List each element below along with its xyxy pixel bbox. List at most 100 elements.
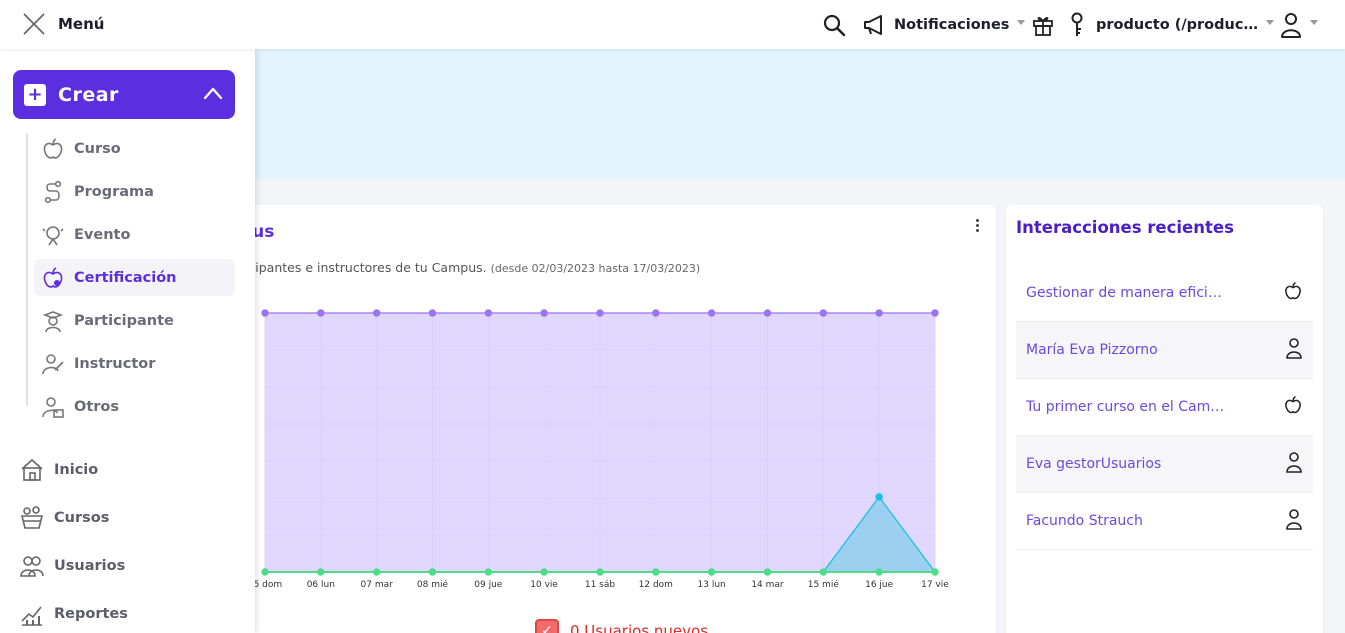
sidebar-item-inicio[interactable]: Inicio <box>18 452 238 488</box>
user-menu[interactable] <box>1280 12 1318 38</box>
data-point <box>763 309 772 317</box>
gift-icon <box>1033 17 1053 36</box>
create-item-evento[interactable]: Evento <box>34 216 235 253</box>
x-tick-label: 13 lun <box>698 580 726 590</box>
series-area-0 <box>265 313 935 572</box>
create-item-participante[interactable]: Participante <box>34 302 235 339</box>
data-point <box>317 568 325 576</box>
key-icon <box>1071 12 1083 36</box>
sidebar-item-label: Inicio <box>54 462 99 478</box>
recent-item[interactable]: Tu primer curso en el Cam… <box>1016 379 1313 436</box>
data-point <box>372 309 381 317</box>
recent-list: Gestionar de manera efici… María Eva Pizz… <box>1016 265 1313 550</box>
legend-label: 0 Usuarios nuevos <box>570 622 709 633</box>
path-icon <box>40 179 66 205</box>
card-date-range: (desde 02/03/2023 hasta 17/03/2023) <box>490 262 701 275</box>
menu-label: Menú <box>58 15 105 33</box>
create-button[interactable]: + Crear <box>13 70 235 119</box>
card-options-icon[interactable] <box>972 219 982 235</box>
sidebar: + Crear Curso Programa Evento Certificación… <box>0 49 255 633</box>
megaphone-icon <box>864 15 882 35</box>
data-point <box>540 309 548 317</box>
recent-item-label: Tu primer curso en el Cam… <box>1026 399 1225 415</box>
create-item-curso[interactable]: Curso <box>34 130 235 167</box>
recent-item-label: Gestionar de manera efici… <box>1026 285 1222 301</box>
sidebar-item-label: Cursos <box>54 510 110 526</box>
recent-item[interactable]: Facundo Strauch <box>1016 493 1313 550</box>
data-point <box>652 568 660 576</box>
data-point <box>875 309 883 317</box>
x-tick-label: 07 mar <box>361 580 394 590</box>
data-point <box>428 309 437 317</box>
create-item-label: Participante <box>74 312 174 329</box>
check-icon: ✓ <box>535 619 559 633</box>
tree-line <box>26 133 28 406</box>
sidebar-item-label: Reportes <box>54 606 128 622</box>
sidebar-item-reportes[interactable]: Reportes <box>18 596 238 632</box>
data-point <box>707 568 716 576</box>
data-point <box>428 568 437 576</box>
x-tick-label: 11 sáb <box>585 580 616 590</box>
x-tick-label: 15 mié <box>808 579 840 590</box>
data-point <box>819 309 827 317</box>
data-point <box>763 568 772 576</box>
instructor-icon <box>40 351 66 377</box>
search-button[interactable] <box>822 12 846 38</box>
chevron-down-icon <box>1310 19 1318 25</box>
chevron-down-icon <box>1265 19 1274 25</box>
recent-item[interactable]: María Eva Pizzorno <box>1016 322 1313 379</box>
create-item-programa[interactable]: Programa <box>34 173 235 210</box>
x-tick-label: 12 dom <box>639 580 673 590</box>
create-item-instructor[interactable]: Instructor <box>34 345 235 382</box>
account-label: producto (/produc… <box>1096 17 1258 33</box>
chevron-up-icon <box>203 87 223 100</box>
student-icon <box>40 308 66 334</box>
basket-icon <box>18 504 46 532</box>
x-tick-label: 16 jue <box>865 580 894 590</box>
legend-new-users[interactable]: ✓ 0 Usuarios nuevos <box>535 619 708 633</box>
create-item-certificacion[interactable]: Certificación <box>34 259 235 296</box>
data-point <box>931 568 939 576</box>
recent-title: Interacciones recientes <box>1016 218 1234 237</box>
user-icon <box>1281 13 1301 38</box>
apple-icon <box>40 136 66 162</box>
user-icon <box>1285 508 1303 534</box>
recent-item-label: María Eva Pizzorno <box>1026 342 1158 358</box>
close-icon[interactable] <box>22 12 46 36</box>
reports-icon <box>18 600 46 628</box>
recent-interactions-card: Interacciones recientes Gestionar de man… <box>1006 205 1323 633</box>
create-item-otros[interactable]: Otros <box>34 388 235 425</box>
recent-item-label: Eva gestorUsuarios <box>1026 456 1162 472</box>
data-point <box>819 568 827 576</box>
card-subtitle: ticipantes e instructores de tu Campus. … <box>240 260 700 275</box>
create-label: Crear <box>58 83 119 106</box>
user-icon <box>1285 451 1303 477</box>
data-point <box>707 309 716 317</box>
users-icon <box>18 552 46 580</box>
data-point <box>596 568 604 576</box>
data-point <box>875 493 883 501</box>
x-tick-label: 08 mié <box>417 579 449 590</box>
search-icon <box>823 14 846 37</box>
x-tick-label: 14 mar <box>751 580 784 590</box>
recent-item[interactable]: Eva gestorUsuarios <box>1016 436 1313 493</box>
data-point <box>652 309 660 317</box>
data-point <box>931 309 939 317</box>
notifications-menu[interactable]: Notificaciones <box>863 12 1026 38</box>
create-item-label: Programa <box>74 183 154 200</box>
other-user-icon <box>40 394 66 420</box>
data-point <box>875 568 883 576</box>
x-tick-label: 09 jue <box>474 580 503 590</box>
gift-button[interactable] <box>1031 12 1055 38</box>
x-tick-label: 06 lun <box>307 580 335 590</box>
chevron-down-icon <box>1017 19 1026 25</box>
certificate-apple-icon <box>40 265 66 291</box>
recent-item[interactable]: Gestionar de manera efici… <box>1016 265 1313 322</box>
apple-icon <box>1283 395 1303 419</box>
plus-icon: + <box>24 83 46 106</box>
create-item-label: Certificación <box>74 269 177 286</box>
sidebar-item-usuarios[interactable]: Usuarios <box>18 548 238 584</box>
campus-activity-card: pus ticipantes e instructores de tu Camp… <box>240 205 996 633</box>
sidebar-item-cursos[interactable]: Cursos <box>18 500 238 536</box>
account-menu[interactable]: producto (/produc… <box>1068 12 1274 38</box>
